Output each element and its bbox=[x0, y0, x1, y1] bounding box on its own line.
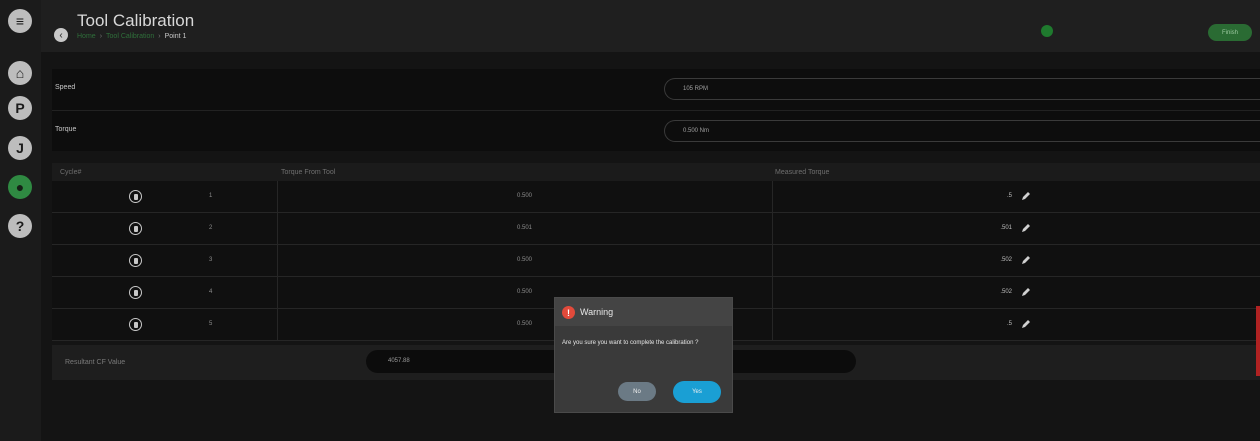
help-icon[interactable]: ? bbox=[8, 214, 32, 238]
breadcrumb-current: Point 1 bbox=[164, 33, 187, 40]
delete-icon[interactable] bbox=[129, 190, 142, 203]
finish-button[interactable]: Finish bbox=[1208, 24, 1252, 41]
no-button[interactable]: No bbox=[618, 382, 656, 401]
warning-icon: ! bbox=[562, 306, 575, 319]
cycle-number: 3 bbox=[209, 257, 213, 263]
speed-label: Speed bbox=[55, 84, 76, 91]
p-icon[interactable]: P bbox=[8, 96, 32, 120]
measured-torque-value: .5 bbox=[1006, 193, 1012, 199]
speed-field[interactable]: 105 RPM bbox=[664, 78, 1260, 100]
warning-dialog: ! Warning Are you sure you want to compl… bbox=[555, 298, 732, 412]
dialog-title: Warning bbox=[580, 307, 614, 317]
breadcrumb-tool-calibration[interactable]: Tool Calibration bbox=[106, 33, 154, 40]
edit-pencil-icon[interactable] bbox=[1021, 222, 1031, 233]
resultant-cf-label: Resultant CF Value bbox=[65, 359, 126, 366]
settings-panel: Speed 105 RPM Torque 0.500 Nm bbox=[52, 69, 1260, 151]
connection-status-indicator bbox=[1041, 25, 1053, 37]
dialog-message: Are you sure you want to complete the ca… bbox=[562, 340, 699, 346]
torque-label: Torque bbox=[55, 126, 77, 133]
edit-pencil-icon[interactable] bbox=[1021, 190, 1031, 201]
home-icon[interactable]: ⌂ bbox=[8, 61, 32, 85]
menu-icon[interactable]: ≡ bbox=[8, 9, 32, 33]
breadcrumb: Home › Tool Calibration › Point 1 bbox=[77, 33, 186, 40]
cycle-number: 4 bbox=[209, 289, 213, 295]
table-row: 2 0.501 .501 bbox=[52, 213, 1260, 245]
measured-torque-value: .502 bbox=[1000, 289, 1012, 295]
table-row: 1 0.500 .5 bbox=[52, 181, 1260, 213]
column-header-cycle: Cycle# bbox=[60, 169, 82, 176]
breadcrumb-separator: › bbox=[99, 33, 103, 40]
cycle-number: 2 bbox=[209, 225, 213, 231]
measured-torque-value: .502 bbox=[1000, 257, 1012, 263]
measured-torque-value: .501 bbox=[1000, 225, 1012, 231]
column-header-measured-torque: Measured Torque bbox=[775, 169, 830, 176]
torque-row: Torque 0.500 Nm bbox=[52, 110, 1260, 151]
sidebar: ≡ ⌂ P J ● ? bbox=[0, 0, 41, 441]
edit-pencil-icon[interactable] bbox=[1021, 286, 1031, 297]
torque-from-tool-value: 0.500 bbox=[517, 193, 533, 199]
edit-pencil-icon[interactable] bbox=[1021, 254, 1031, 265]
torque-from-tool-value: 0.500 bbox=[517, 289, 533, 295]
edit-pencil-icon[interactable] bbox=[1021, 318, 1031, 329]
torque-from-tool-value: 0.501 bbox=[517, 225, 533, 231]
page-header: ‹ Tool Calibration Home › Tool Calibration… bbox=[41, 0, 1260, 52]
delete-icon[interactable] bbox=[129, 286, 142, 299]
breadcrumb-home[interactable]: Home bbox=[77, 33, 96, 40]
column-header-torque-from-tool: Torque From Tool bbox=[281, 169, 336, 176]
torque-from-tool-value: 0.500 bbox=[517, 321, 533, 327]
breadcrumb-separator: › bbox=[158, 33, 161, 40]
table-row: 3 0.500 .502 bbox=[52, 245, 1260, 277]
delete-icon[interactable] bbox=[129, 318, 142, 331]
delete-icon[interactable] bbox=[129, 254, 142, 267]
yes-button[interactable]: Yes bbox=[673, 381, 721, 403]
page-title: Tool Calibration bbox=[77, 11, 195, 30]
speed-row: Speed 105 RPM bbox=[52, 69, 1260, 109]
back-arrow-icon[interactable]: ‹ bbox=[54, 28, 68, 42]
torque-from-tool-value: 0.500 bbox=[517, 257, 533, 263]
edge-indicator bbox=[1256, 306, 1260, 376]
dialog-header: ! Warning bbox=[555, 298, 732, 326]
table-header: Cycle# Torque From Tool Measured Torque bbox=[52, 163, 1260, 181]
cycle-number: 5 bbox=[209, 321, 213, 327]
torque-field[interactable]: 0.500 Nm bbox=[664, 120, 1260, 142]
j-icon[interactable]: J bbox=[8, 136, 32, 160]
cycle-number: 1 bbox=[209, 193, 213, 199]
delete-icon[interactable] bbox=[129, 222, 142, 235]
measured-torque-value: .5 bbox=[1006, 321, 1012, 327]
user-icon[interactable]: ● bbox=[8, 175, 32, 199]
